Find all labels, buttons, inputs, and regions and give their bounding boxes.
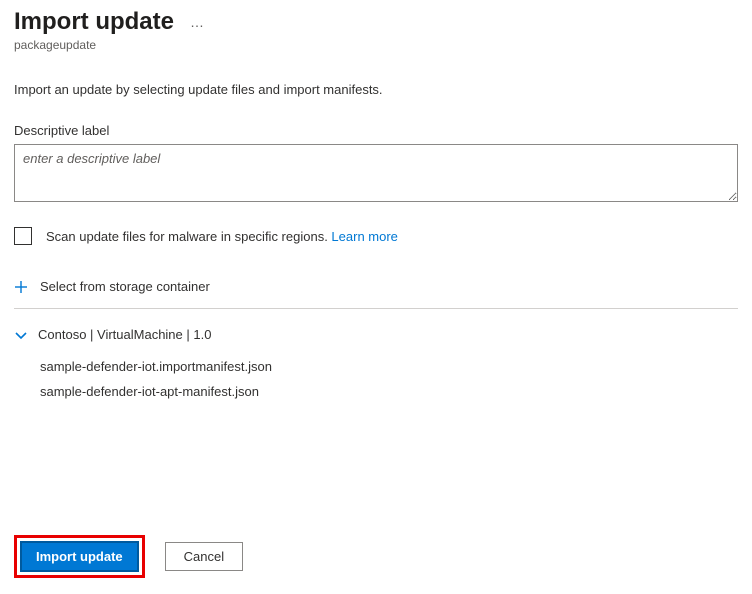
descriptive-label-input[interactable] (14, 144, 738, 202)
footer-actions: Import update Cancel (14, 535, 243, 578)
update-group-toggle[interactable]: Contoso | VirtualMachine | 1.0 (14, 327, 738, 342)
select-from-storage-label: Select from storage container (40, 279, 210, 294)
scan-malware-label: Scan update files for malware in specifi… (46, 229, 398, 244)
import-update-button[interactable]: Import update (20, 541, 139, 572)
cancel-button[interactable]: Cancel (165, 542, 243, 571)
page-title: Import update (14, 8, 174, 36)
update-group-title: Contoso | VirtualMachine | 1.0 (38, 327, 211, 342)
import-update-highlight: Import update (14, 535, 145, 578)
scan-malware-text: Scan update files for malware in specifi… (46, 229, 331, 244)
plus-icon (14, 280, 28, 294)
list-item: sample-defender-iot-apt-manifest.json (40, 379, 738, 404)
list-item: sample-defender-iot.importmanifest.json (40, 354, 738, 379)
page-description: Import an update by selecting update fil… (14, 82, 738, 97)
scan-malware-checkbox[interactable] (14, 227, 32, 245)
file-list: sample-defender-iot.importmanifest.json … (40, 354, 738, 404)
page-subtitle: packageupdate (14, 38, 738, 52)
select-from-storage-button[interactable]: Select from storage container (14, 279, 738, 309)
more-actions-icon[interactable]: … (186, 14, 209, 30)
chevron-down-icon (14, 328, 28, 342)
descriptive-label-caption: Descriptive label (14, 123, 738, 138)
learn-more-link[interactable]: Learn more (331, 229, 397, 244)
